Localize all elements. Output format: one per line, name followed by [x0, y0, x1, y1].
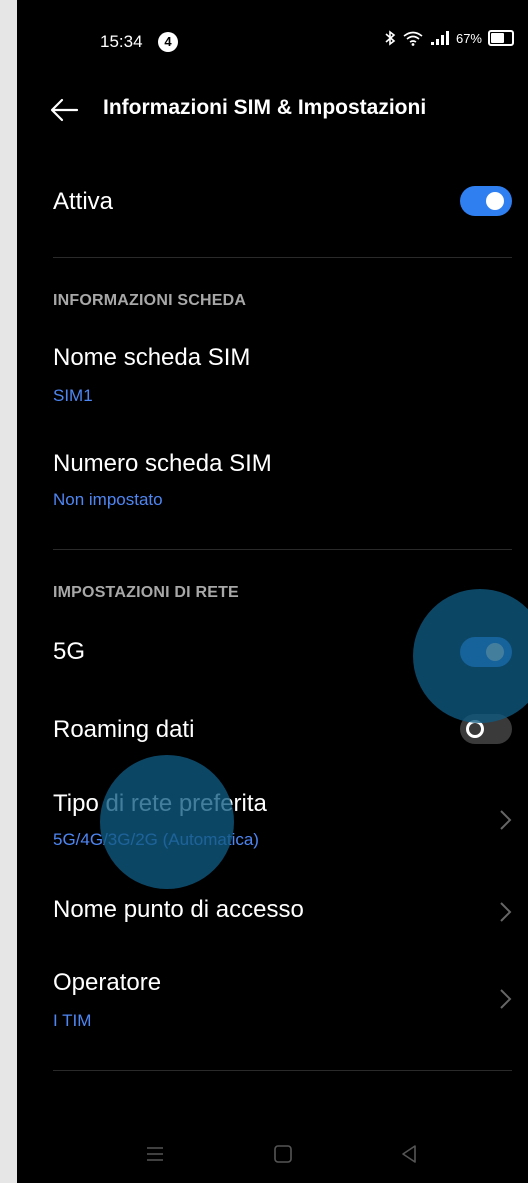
- status-icons: 67%: [384, 30, 514, 46]
- navigation-bar: [17, 1130, 528, 1180]
- touch-indicator: [413, 589, 528, 723]
- operator-value: I TIM: [53, 1011, 92, 1030]
- active-row[interactable]: Attiva: [17, 180, 528, 230]
- back-arrow-icon[interactable]: [49, 97, 79, 123]
- toggle-knob: [486, 192, 504, 210]
- roaming-row[interactable]: Roaming dati: [17, 710, 528, 760]
- back-triangle-icon[interactable]: [395, 1140, 423, 1168]
- sim-number-label: Numero scheda SIM: [53, 450, 272, 477]
- page-title: Informazioni SIM & Impostazioni: [103, 96, 427, 119]
- status-time: 15:34: [100, 32, 143, 51]
- divider: [53, 257, 512, 258]
- active-label: Attiva: [53, 188, 114, 215]
- signal-icon: [430, 31, 449, 45]
- apn-row[interactable]: Nome punto di accesso: [17, 890, 528, 940]
- battery-percentage: 67%: [455, 30, 482, 46]
- five-g-label: 5G: [53, 638, 86, 665]
- sim-number-row[interactable]: Numero scheda SIM Non impostato: [17, 446, 528, 526]
- touch-indicator: [100, 755, 234, 889]
- roaming-label: Roaming dati: [53, 716, 195, 743]
- sim-name-row[interactable]: Nome scheda SIM SIM1: [17, 340, 528, 420]
- sim-number-value: Non impostato: [53, 490, 163, 509]
- bluetooth-icon: [385, 30, 396, 46]
- chevron-right-icon: [500, 810, 512, 830]
- network-type-row[interactable]: Tipo di rete preferita 5G/4G/3G/2G (Auto…: [17, 786, 528, 866]
- sim-name-label: Nome scheda SIM: [53, 344, 251, 371]
- menu-icon[interactable]: [141, 1140, 169, 1168]
- app-header: Informazioni SIM & Impostazioni: [17, 85, 528, 135]
- operator-label: Operatore: [53, 969, 162, 996]
- wifi-icon: [403, 31, 423, 46]
- chevron-right-icon: [500, 989, 512, 1009]
- battery-icon: [488, 30, 514, 46]
- home-icon[interactable]: [269, 1140, 297, 1168]
- sim-name-value: SIM1: [53, 386, 93, 405]
- section-card-info: INFORMAZIONI SCHEDA: [53, 292, 247, 309]
- section-network: IMPOSTAZIONI DI RETE: [53, 584, 239, 601]
- chevron-right-icon: [500, 902, 512, 922]
- phone-screen: 15:34 4 67% Informazioni SIM & Impostazi…: [17, 0, 528, 1183]
- divider: [53, 549, 512, 550]
- divider: [53, 1070, 512, 1071]
- status-bar: 15:34 4 67%: [17, 24, 528, 60]
- notification-count-badge: 4: [158, 32, 178, 52]
- apn-label: Nome punto di accesso: [53, 896, 304, 923]
- operator-row[interactable]: Operatore I TIM: [17, 965, 528, 1045]
- active-toggle[interactable]: [460, 186, 512, 216]
